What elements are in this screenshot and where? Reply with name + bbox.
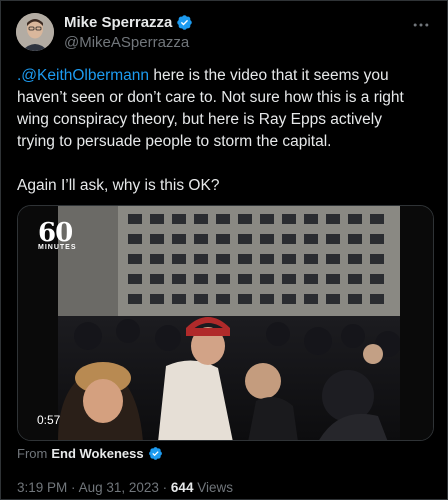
source-prefix: From — [17, 446, 48, 461]
program-logo: 60 MINUTES — [38, 218, 77, 251]
more-icon[interactable] — [411, 15, 431, 40]
verified-badge-icon — [177, 15, 193, 30]
tweet-card[interactable]: Mike Sperrazza @MikeASperrazza .@KeithOl… — [0, 0, 448, 500]
source-account-link[interactable]: End Wokeness — [51, 446, 143, 461]
logo-sub: MINUTES — [38, 244, 77, 251]
video-duration: 0:57 — [37, 413, 61, 427]
meta-separator: · — [71, 480, 76, 495]
video-player[interactable]: 60 MINUTES 0:57 — [17, 205, 434, 441]
avatar[interactable] — [16, 13, 54, 51]
meta-separator: · — [162, 480, 168, 495]
verified-badge-icon — [148, 447, 162, 460]
tweet-paragraph-2: Again I’ll ask, why is this OK? — [17, 177, 220, 194]
avatar-image — [16, 13, 54, 51]
views-count: 644 — [170, 480, 194, 495]
mention-link[interactable]: .@KeithOlbermann — [17, 67, 149, 84]
views-label: Views — [197, 480, 233, 495]
tweet-time[interactable]: 3:19 PM — [17, 480, 67, 495]
tweet-meta: 3:19 PM · Aug 31, 2023 · 644 Views — [17, 480, 233, 495]
author-handle[interactable]: @MikeASperrazza — [64, 34, 193, 51]
video-frame — [18, 206, 433, 440]
author-name[interactable]: Mike Sperrazza — [64, 14, 172, 31]
video-source: From End Wokeness — [17, 446, 163, 461]
tweet-date[interactable]: Aug 31, 2023 — [79, 480, 159, 495]
author-block: Mike Sperrazza @MikeASperrazza — [64, 14, 193, 51]
tweet-text: .@KeithOlbermann here is the video that … — [17, 65, 422, 197]
tweet-paragraph-1: .@KeithOlbermann here is the video that … — [17, 65, 422, 153]
